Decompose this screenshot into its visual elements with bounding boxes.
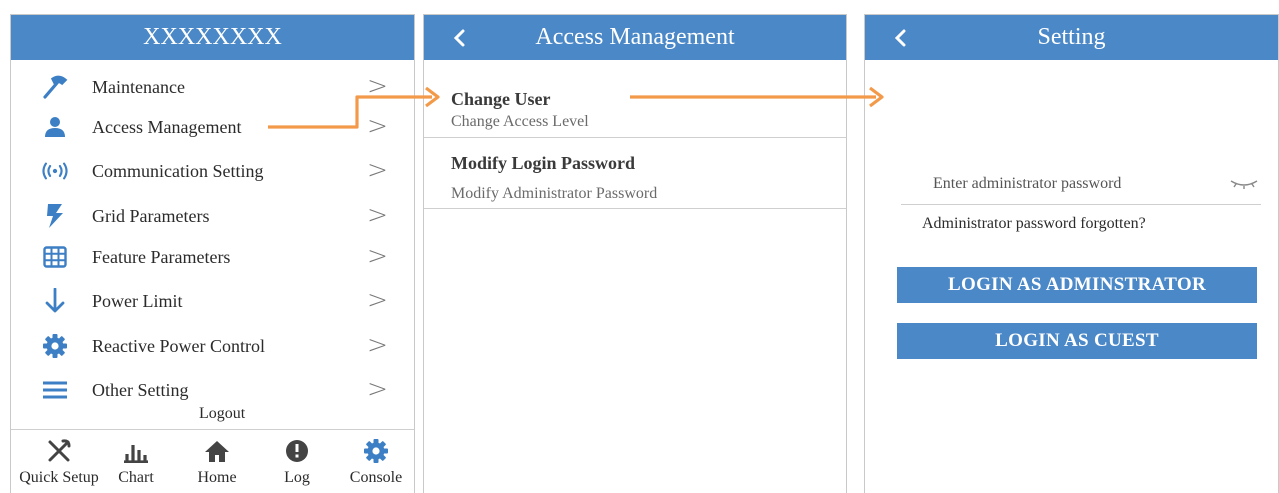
list-item-modify-login-password[interactable]: Modify Login Password Modify Administrat… <box>424 138 846 208</box>
nav-log[interactable]: Log <box>265 437 329 493</box>
nav-home[interactable]: Home <box>181 437 253 493</box>
chevron-right-icon: > <box>367 111 388 140</box>
nav-label: Chart <box>118 469 154 486</box>
screen-title: Access Management <box>535 24 735 50</box>
list-item-subtitle: Modify Administrator Password <box>451 185 658 202</box>
chevron-right-icon: > <box>367 71 388 100</box>
list-item-title: Change User <box>451 89 551 109</box>
divider <box>424 208 846 209</box>
menu-item-reactive-power-control[interactable]: Reactive Power Control > <box>11 326 414 366</box>
grid-icon <box>41 245 69 269</box>
login-admin-button[interactable]: LOGIN AS ADMINSTRATOR <box>897 267 1257 303</box>
nav-console[interactable]: Console <box>341 437 411 493</box>
gear-icon <box>41 334 69 358</box>
nav-label: Console <box>349 469 403 486</box>
nav-label: Home <box>197 469 237 486</box>
logout-link[interactable]: Logout <box>199 405 245 423</box>
menu-item-maintenance[interactable]: Maintenance > <box>11 67 414 107</box>
menu-lines-icon <box>41 378 69 402</box>
password-input[interactable] <box>901 163 1261 205</box>
chevron-right-icon: > <box>367 374 388 403</box>
menu-item-label: Reactive Power Control <box>92 336 265 356</box>
menu-item-label: Grid Parameters <box>92 206 210 226</box>
tools-icon <box>13 437 105 465</box>
bar-chart-icon <box>107 437 165 465</box>
eye-closed-icon[interactable] <box>1229 173 1259 193</box>
hammer-icon <box>41 75 69 99</box>
access-management-header: Access Management <box>424 15 846 60</box>
login-guest-button[interactable]: LOGIN AS CUEST <box>897 323 1257 359</box>
list-item-title: Modify Login Password <box>451 153 636 173</box>
console-screen: XXXXXXXX Maintenance > Access Management… <box>10 14 415 493</box>
forgot-password-link[interactable]: Administrator password forgotten? <box>922 215 1146 233</box>
divider <box>11 429 414 430</box>
menu-item-label: Power Limit <box>92 291 183 311</box>
home-icon <box>181 437 253 465</box>
chevron-right-icon: > <box>367 330 388 359</box>
user-icon <box>41 115 69 139</box>
chevron-left-icon <box>894 29 906 46</box>
chevron-right-icon: > <box>367 285 388 314</box>
back-button[interactable] <box>893 15 907 60</box>
nav-label: Quick Setup <box>19 469 99 486</box>
chevron-right-icon: > <box>367 155 388 184</box>
nav-chart[interactable]: Chart <box>107 437 165 493</box>
setting-screen: Setting Administrator password forgotten… <box>864 14 1279 493</box>
chevron-left-icon <box>453 29 465 46</box>
menu-item-label: Other Setting <box>92 380 189 400</box>
back-button[interactable] <box>452 15 466 60</box>
info-icon <box>265 437 329 465</box>
list-item-change-user[interactable]: Change User Change Access Level <box>424 75 846 137</box>
gear-icon <box>341 437 411 465</box>
menu-item-label: Access Management <box>92 117 242 137</box>
nav-label: Log <box>284 469 310 486</box>
chevron-right-icon: > <box>367 241 388 270</box>
menu-item-other-setting[interactable]: Other Setting > <box>11 370 414 410</box>
screen-title: Setting <box>1037 24 1106 50</box>
menu-item-communication-setting[interactable]: Communication Setting > <box>11 151 414 191</box>
console-header: XXXXXXXX <box>11 15 414 60</box>
menu-item-access-management[interactable]: Access Management > <box>11 107 414 147</box>
arrow-down-icon <box>41 288 69 313</box>
screen-title: XXXXXXXX <box>143 24 282 50</box>
list-item-subtitle: Change Access Level <box>451 113 589 130</box>
lightning-icon <box>41 204 69 228</box>
access-management-screen: Access Management Change User Change Acc… <box>423 14 847 493</box>
menu-item-label: Communication Setting <box>92 161 264 181</box>
signal-icon <box>41 159 69 183</box>
menu-item-label: Feature Parameters <box>92 247 231 267</box>
nav-quick-setup[interactable]: Quick Setup <box>13 437 105 493</box>
menu-item-feature-parameters[interactable]: Feature Parameters > <box>11 237 414 277</box>
chevron-right-icon: > <box>367 200 388 229</box>
menu-item-power-limit[interactable]: Power Limit > <box>11 281 414 321</box>
menu-item-label: Maintenance <box>92 77 185 97</box>
menu-item-grid-parameters[interactable]: Grid Parameters > <box>11 196 414 236</box>
setting-header: Setting <box>865 15 1278 60</box>
